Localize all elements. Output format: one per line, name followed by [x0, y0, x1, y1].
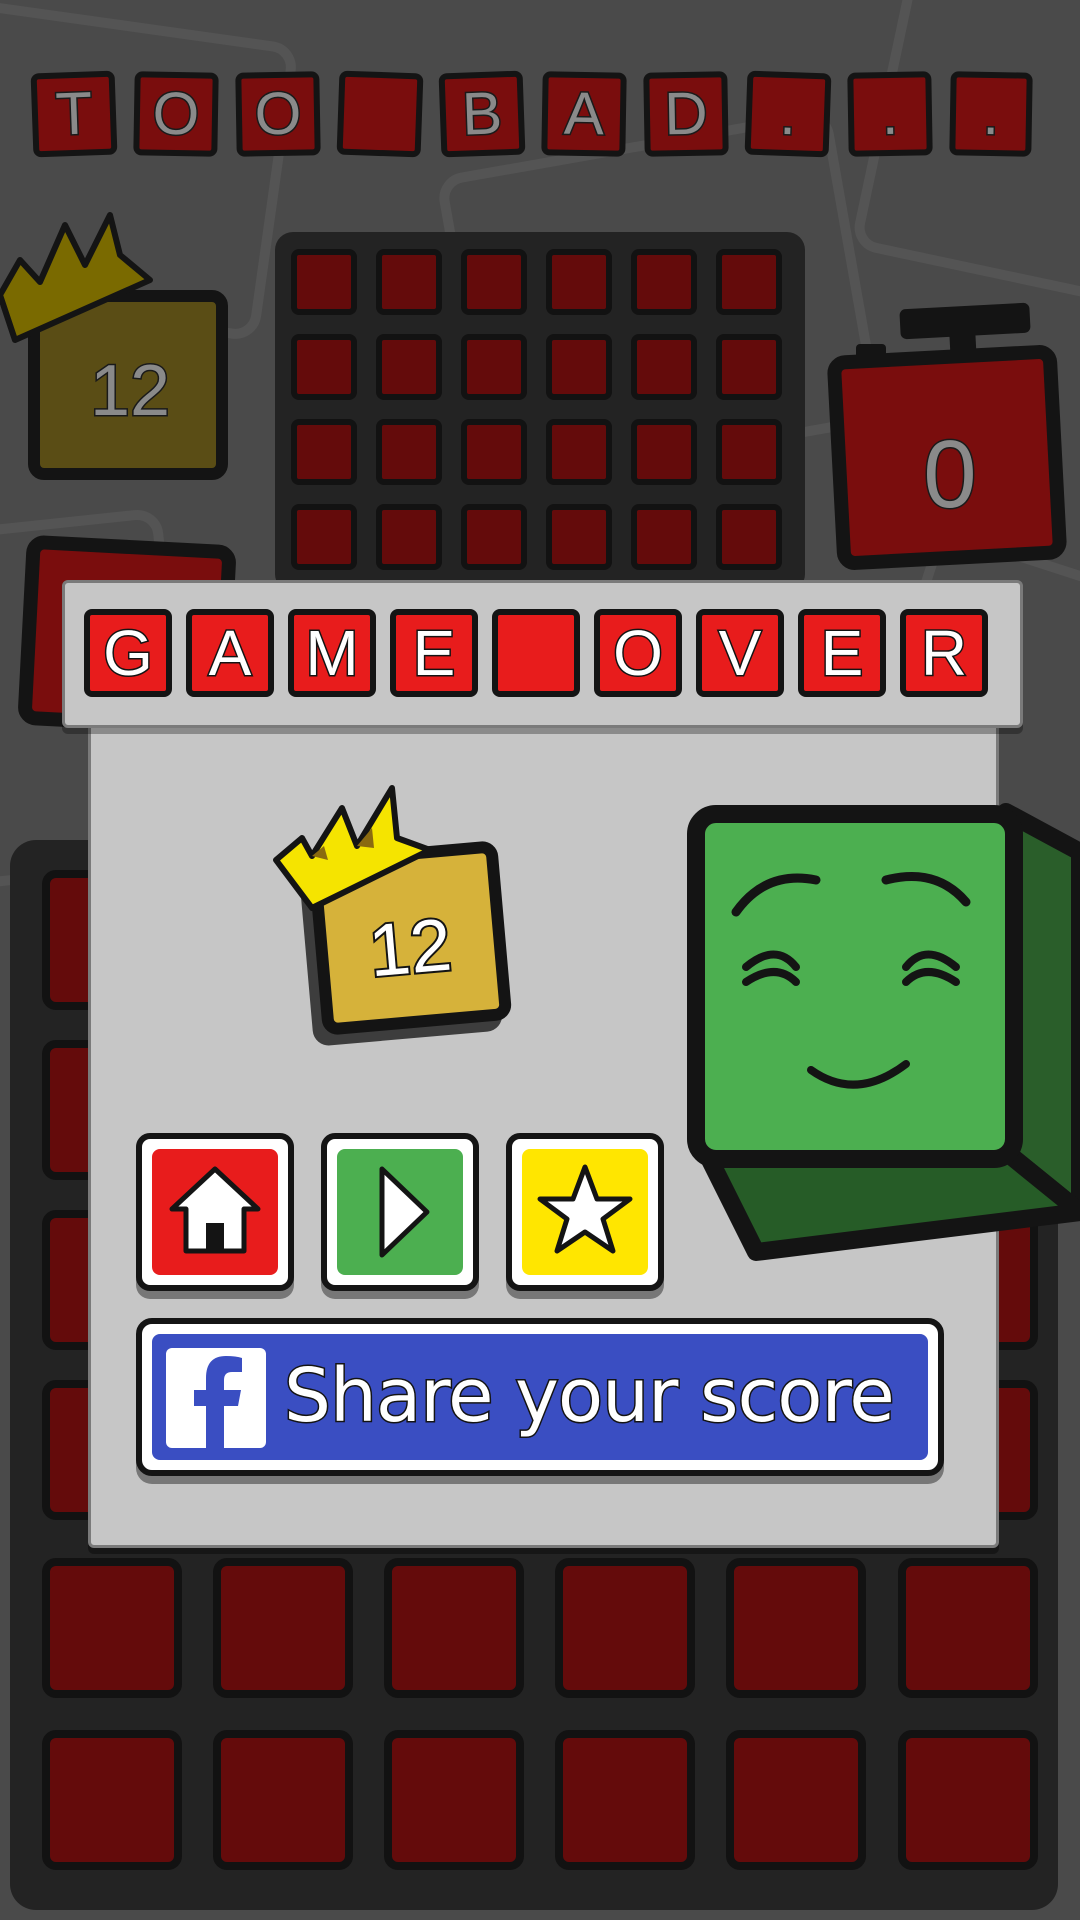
board-cell [42, 1558, 182, 1698]
title-letter: A [186, 609, 274, 697]
banner-letter: . [744, 70, 832, 158]
share-score-button[interactable]: Share your score [136, 1318, 944, 1476]
play-icon [379, 1166, 430, 1258]
title-letter: G [84, 609, 172, 697]
title-letter: O [594, 609, 682, 697]
home-icon [169, 1166, 261, 1254]
board-cell [291, 249, 357, 315]
board-cell [461, 419, 527, 485]
board-cell [291, 504, 357, 570]
board-cell [376, 249, 442, 315]
banner-letter: T [30, 70, 118, 158]
board-cell [384, 1558, 524, 1698]
banner-letter [336, 70, 424, 158]
board-cell [291, 334, 357, 400]
rate-button[interactable] [506, 1133, 664, 1291]
title-letter: M [288, 609, 376, 697]
timer-value: 0 [922, 420, 978, 530]
board-cell [716, 334, 782, 400]
board-cell [555, 1730, 695, 1870]
board-cell [213, 1730, 353, 1870]
crown-icon [273, 785, 433, 911]
banner-letter: O [235, 71, 321, 157]
home-button[interactable] [136, 1133, 294, 1291]
board-cell [376, 504, 442, 570]
title-letter [492, 609, 580, 697]
board-cell [631, 504, 697, 570]
banner-letter: D [643, 71, 729, 157]
board-cell [631, 419, 697, 485]
board-cell [213, 1558, 353, 1698]
banner-letter: O [133, 71, 219, 157]
board-cell [898, 1558, 1038, 1698]
green-cube-character [687, 803, 1080, 1261]
board-cell [291, 419, 357, 485]
star-icon [537, 1164, 633, 1254]
board-cell [384, 1730, 524, 1870]
banner-letter: . [847, 71, 933, 157]
title-letter: V [696, 609, 784, 697]
board-cell [631, 249, 697, 315]
board-cell [42, 1730, 182, 1870]
banner-letter: . [949, 71, 1033, 157]
facebook-icon [166, 1348, 266, 1448]
banner-letter: A [541, 71, 627, 157]
share-button-label: Share your score [283, 1352, 897, 1441]
board-cell [546, 504, 612, 570]
board-cell [461, 249, 527, 315]
board-cell [461, 504, 527, 570]
board-cell [716, 504, 782, 570]
board-cell [726, 1730, 866, 1870]
best-score-value-background: 12 [88, 350, 171, 433]
crown-icon [0, 212, 153, 343]
board-cell [898, 1730, 1038, 1870]
board-cell [546, 249, 612, 315]
title-letter: R [900, 609, 988, 697]
board-cell [726, 1558, 866, 1698]
title-letter: E [798, 609, 886, 697]
board-cell [716, 419, 782, 485]
board-cell [546, 334, 612, 400]
board-cell [716, 249, 782, 315]
banner-letter: B [438, 70, 526, 158]
board-cell [376, 334, 442, 400]
board-cell [461, 334, 527, 400]
board-cell [631, 334, 697, 400]
board-cell [555, 1558, 695, 1698]
play-again-button[interactable] [321, 1133, 479, 1291]
share-button-face: Share your score [152, 1334, 928, 1460]
board-cell [546, 419, 612, 485]
title-letter: E [390, 609, 478, 697]
board-cell [376, 419, 442, 485]
